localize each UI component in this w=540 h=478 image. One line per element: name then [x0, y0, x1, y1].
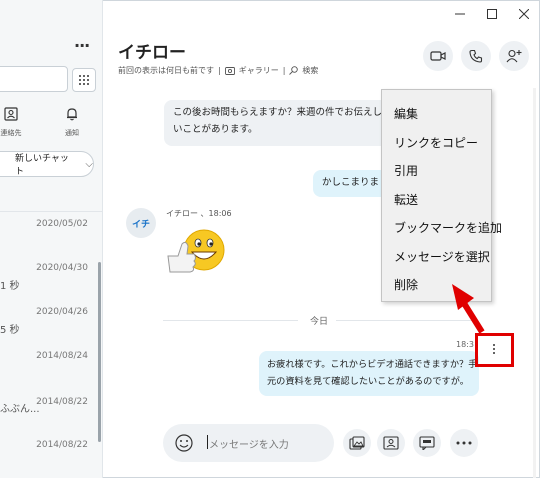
contact-card-icon [383, 436, 399, 450]
conversation-scrollbar[interactable] [533, 88, 536, 478]
horizontal-dots-icon [456, 441, 472, 445]
more-options-button[interactable] [450, 429, 478, 457]
message-compose-box[interactable]: メッセージを入力 [163, 424, 334, 462]
card-message-icon [419, 436, 435, 450]
send-card-button[interactable] [413, 429, 441, 457]
send-contact-button[interactable] [377, 429, 405, 457]
compose-placeholder: メッセージを入力 [209, 440, 289, 451]
send-media-button[interactable] [343, 429, 371, 457]
vertical-dots-icon [493, 344, 495, 346]
message-more-options-button[interactable] [487, 338, 501, 360]
image-icon [349, 436, 365, 450]
annotation-arrow [452, 284, 485, 334]
emoji-icon[interactable] [173, 432, 195, 454]
text-caret [207, 435, 208, 449]
